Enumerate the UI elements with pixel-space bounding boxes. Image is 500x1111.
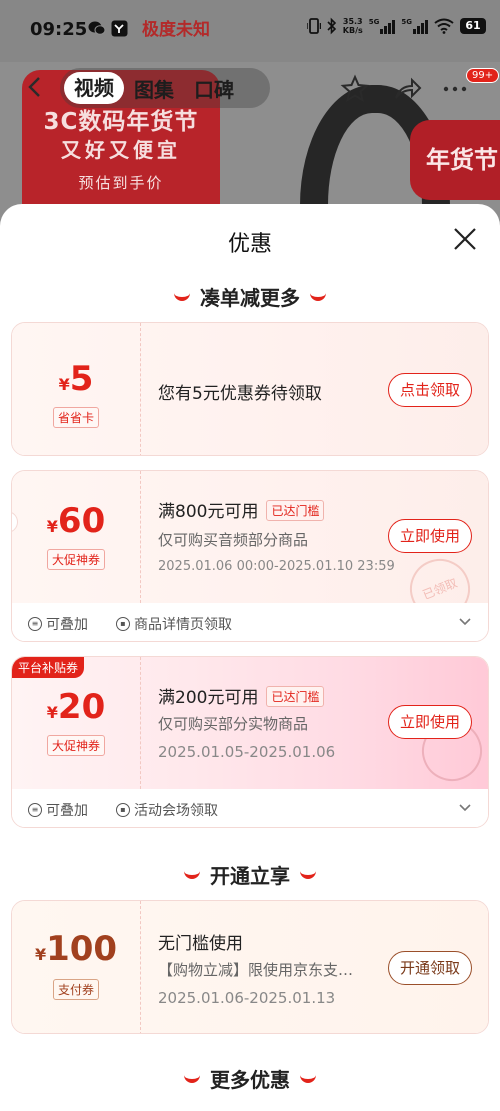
coupon-sheet: 优惠 凑单减更多 ¥5 省省卡 您有5元优惠券待领取 点击领取 已领取 ¥60 … [0,204,500,1111]
coupon-card: 平台补贴券 ¥20 大促神券 满200元可用 已达门槛 仅可购买部分实物商品 20… [11,656,489,828]
section-header-membership: 开通立享 [0,860,500,889]
smile-decoration-icon [300,1075,316,1083]
coupon-amount: ¥100 [34,929,118,969]
coupon-card: ¥100 支付券 无门槛使用 【购物立减】限使用京东支… 2025.01.06-… [11,900,489,1034]
coupon-card: 已领取 ¥60 大促神券 满800元可用 已达门槛 仅可购买音频部分商品 2025… [11,470,489,642]
source-icon: ▪ [116,617,130,631]
coupon-validity: 2025.01.06-2025.01.13 [158,989,336,1007]
threshold-badge: 已达门槛 [266,686,325,707]
coupon-footer: ≡ 可叠加 ▪ 活动会场领取 [12,789,488,827]
coupon-divider [140,323,141,455]
coupon-divider [140,471,141,603]
smile-decoration-icon [184,871,200,879]
use-coupon-button[interactable]: 立即使用 [387,705,472,739]
source-info: ▪ 商品详情页领取 [116,614,232,634]
claim-coupon-button[interactable]: 点击领取 [387,373,472,407]
cell-signal-2-icon: 5G [401,18,428,34]
coupon-title: 您有5元优惠券待领取 [158,384,322,404]
activate-and-claim-button[interactable]: 开通领取 [387,951,472,985]
share-icon[interactable] [392,74,422,104]
status-app-title: 极度未知 [142,20,210,40]
coupon-amount: ¥20 [46,687,106,727]
chevron-down-icon[interactable] [458,615,472,629]
section-title: 开通立享 [210,864,290,888]
tab-video[interactable]: 视频 [64,72,124,104]
use-coupon-button[interactable]: 立即使用 [387,519,472,553]
app-notification-icon [111,20,128,38]
coupon-amount: ¥60 [46,501,106,541]
wifi-icon [434,18,454,34]
coupon-scope: 仅可购买音频部分商品 [158,531,309,549]
coupon-scope: 【购物立减】限使用京东支… [158,961,354,979]
section-title: 凑单减更多 [200,286,300,310]
coupon-scope: 仅可购买部分实物商品 [158,715,309,733]
net-speed: 35.3 KB/s [342,17,363,35]
coupon-validity: 2025.01.05-2025.01.06 [158,743,336,761]
coupon-validity: 2025.01.06 00:00-2025.01.10 23:59 [158,559,395,574]
message-count-badge: 99+ [466,68,500,83]
festival-badge: 年货节 [410,120,500,200]
stack-icon: ≡ [28,803,42,817]
section-header-bundle: 凑单减更多 [0,282,500,311]
cell-signal-1-icon: 5G [369,18,396,34]
promo-line-3: 预估到手价 [78,174,164,192]
vibrate-icon [306,18,321,34]
product-top-nav: 视频 图集 口碑 99+ [0,62,500,114]
stackable-info: ≡ 可叠加 [28,614,88,634]
tab-gallery[interactable]: 图集 [124,74,184,103]
coupon-divider [140,657,141,789]
coupon-amount: ¥5 [58,359,94,399]
platform-subsidy-tag: 平台补贴券 [12,657,85,678]
festival-badge-text: 年货节 [426,145,498,174]
coupon-title: 满800元可用 已达门槛 [158,497,325,523]
clock: 09:25 [30,19,88,40]
section-header-more: 更多优惠 [0,1064,500,1093]
promo-line-2: 又好又便宜 [61,138,181,162]
status-bar: 09:25 极度未知 35.3 KB/s 5G 5G 61 [0,0,500,62]
close-icon[interactable] [452,226,478,252]
coupon-title: 满200元可用 已达门槛 [158,683,325,709]
source-info: ▪ 活动会场领取 [116,800,218,820]
bluetooth-icon [327,17,336,35]
chevron-down-icon[interactable] [458,801,472,815]
section-title: 更多优惠 [210,1068,290,1092]
threshold-badge: 已达门槛 [266,500,325,521]
smile-decoration-icon [174,293,190,301]
status-icons: 35.3 KB/s 5G 5G 61 [306,17,486,35]
stackable-info: ≡ 可叠加 [28,800,88,820]
smile-decoration-icon [300,871,316,879]
coupon-type-tag: 支付券 [52,979,100,1000]
coupon-type-tag: 省省卡 [52,407,100,428]
coupon-title: 无门槛使用 [158,934,243,954]
stack-icon: ≡ [28,617,42,631]
media-tabs: 视频 图集 口碑 [60,68,270,108]
coupon-type-tag: 大促神券 [46,735,106,756]
smile-decoration-icon [310,293,326,301]
smile-decoration-icon [184,1075,200,1083]
wechat-icon [88,20,106,38]
coupon-type-tag: 大促神券 [46,549,106,570]
coupon-card: ¥5 省省卡 您有5元优惠券待领取 点击领取 [11,322,489,456]
favorite-star-icon[interactable] [340,74,370,104]
coupon-footer: ≡ 可叠加 ▪ 商品详情页领取 [12,603,488,641]
more-icon[interactable] [440,74,470,104]
coupon-divider [140,901,141,1033]
tab-reviews[interactable]: 口碑 [184,74,244,103]
source-icon: ▪ [116,803,130,817]
back-arrow-icon[interactable] [24,76,46,98]
battery-indicator: 61 [460,18,486,34]
sheet-title: 优惠 [227,232,272,257]
